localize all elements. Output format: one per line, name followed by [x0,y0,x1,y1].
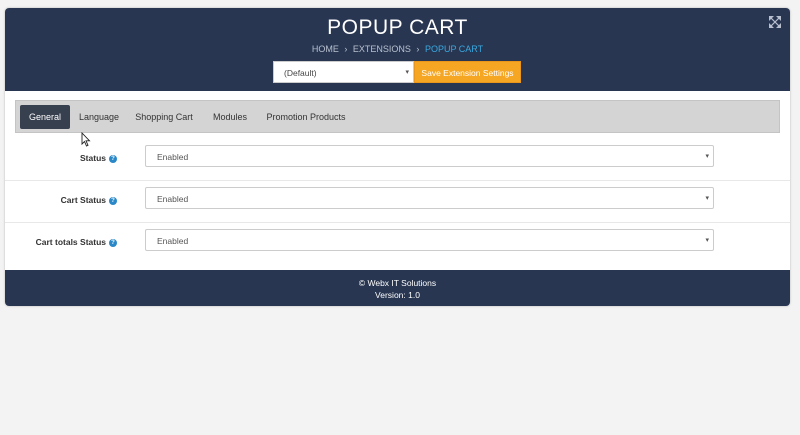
caret-down-icon: ▾ [405,69,409,76]
breadcrumb-home[interactable]: HOME [312,44,339,54]
mouse-cursor-icon [81,131,91,147]
tab-modules[interactable]: Modules [204,105,256,129]
tab-shopping-cart[interactable]: Shopping Cart [132,105,196,129]
form-label-text: Cart Status [60,195,106,205]
cart-totals-status-select-value: Enabled [157,236,189,246]
form-label: Status? [80,153,117,163]
breadcrumb-separator: › [416,44,420,54]
form-row-cart-status: Cart Status? Enabled ▾ [5,181,790,223]
form-label: Cart Status? [61,195,117,205]
cart-totals-status-select[interactable]: Enabled ▾ [145,229,714,251]
form-label-text: Status [80,153,106,163]
tab-general[interactable]: General [20,105,70,129]
form-row-status: Status? Enabled ▾ [5,139,790,181]
expand-arrows-icon[interactable] [769,16,781,28]
breadcrumb-extensions[interactable]: EXTENSIONS [353,44,411,54]
form-label: Cart totals Status? [36,237,117,247]
tab-promotion-products[interactable]: Promotion Products [262,105,350,129]
form-row-cart-totals-status: Cart totals Status? Enabled ▾ [5,223,790,265]
status-select[interactable]: Enabled ▾ [145,145,714,167]
tab-language[interactable]: Language [74,105,124,129]
footer-version: Version: 1.0 [375,290,420,300]
footer-copyright: © Webx IT Solutions [358,278,437,288]
help-icon[interactable]: ? [109,239,117,247]
help-icon[interactable]: ? [109,155,117,163]
page-footer: © Webx IT Solutions Version: 1.0 [5,270,790,306]
breadcrumb: HOME › EXTENSIONS › POPUP CART [5,44,790,54]
cart-status-select-value: Enabled [157,194,189,204]
extension-panel: POPUP CART HOME › EXTENSIONS › POPUP CAR… [5,8,790,306]
page-header: POPUP CART HOME › EXTENSIONS › POPUP CAR… [5,8,790,91]
store-select-value: (Default) [284,68,317,78]
form-label-text: Cart totals Status [35,237,106,247]
page-title: POPUP CART [327,16,468,39]
help-icon[interactable]: ? [109,197,117,205]
caret-down-icon: ▾ [705,237,709,244]
breadcrumb-current: POPUP CART [424,44,484,54]
breadcrumb-separator: › [344,44,348,54]
caret-down-icon: ▾ [705,195,709,202]
cart-status-select[interactable]: Enabled ▾ [145,187,714,209]
settings-tabs: General Language Shopping Cart Modules P… [15,100,780,133]
store-select[interactable]: (Default) ▾ [273,61,414,83]
status-select-value: Enabled [157,152,189,162]
save-extension-settings-button[interactable]: Save Extension Settings [414,61,521,83]
caret-down-icon: ▾ [705,153,709,160]
